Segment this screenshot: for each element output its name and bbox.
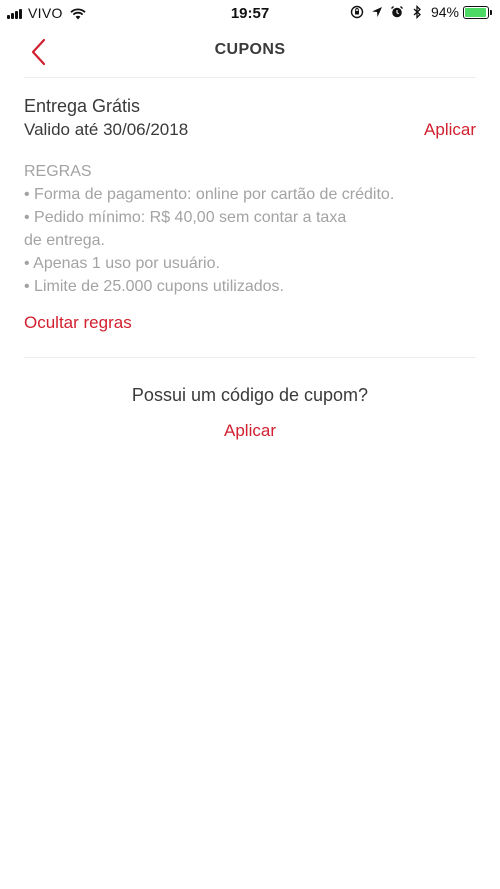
hide-rules-link[interactable]: Ocultar regras xyxy=(24,313,132,333)
coupons-screen: VIVO 19:57 94% CUPONS Entrega Grátis Val… xyxy=(0,0,500,889)
battery-icon xyxy=(463,5,489,19)
section-divider xyxy=(24,357,476,358)
status-right: 94% xyxy=(344,4,492,20)
bluetooth-icon xyxy=(413,5,421,19)
rule-item: • Apenas 1 uso por usuário. xyxy=(24,255,220,272)
page-title: CUPONS xyxy=(214,41,286,58)
coupon-validity: Valido até 30/06/2018 xyxy=(24,120,189,139)
apply-promo-code-button[interactable]: Aplicar xyxy=(0,421,500,441)
rule-item: • Limite de 25.000 cupons utilizados. xyxy=(24,278,284,295)
battery-level xyxy=(465,7,486,17)
coupon-rules: REGRAS • Forma de pagamento: online por … xyxy=(24,160,476,298)
rules-heading: REGRAS xyxy=(24,163,92,180)
screen-lock-icon xyxy=(350,5,364,19)
battery-percent: 94% xyxy=(430,4,459,20)
coupon-title: Entrega Grátis xyxy=(24,96,141,116)
rule-item: • Pedido mínimo: R$ 40,00 sem contar a t… xyxy=(24,209,347,226)
alarm-icon xyxy=(390,6,403,18)
rule-item: de entrega. xyxy=(24,232,105,249)
status-bar: VIVO 19:57 94% xyxy=(0,0,500,28)
apply-coupon-button[interactable]: Aplicar xyxy=(424,120,476,140)
header-divider xyxy=(24,77,476,78)
battery-tip xyxy=(490,9,492,15)
rule-item: • Forma de pagamento: online por cartão … xyxy=(24,186,395,203)
promo-code-question: Possui um código de cupom? xyxy=(131,385,369,405)
location-icon xyxy=(371,7,382,17)
nav-bar: CUPONS xyxy=(0,28,500,78)
